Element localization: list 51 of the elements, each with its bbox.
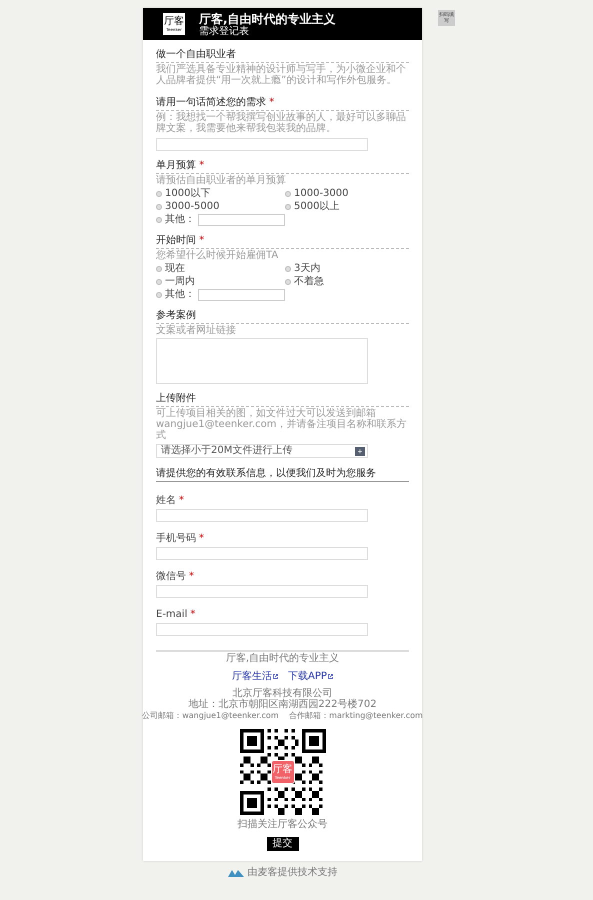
company-name: 北京厅客科技有限公司 <box>232 688 332 699</box>
field-label: 姓名 * <box>156 495 185 507</box>
submit-button[interactable]: 提交 <box>266 837 298 851</box>
question-label: 参考案例 <box>156 310 409 324</box>
mountain-logo-icon <box>228 868 244 876</box>
radio-option[interactable]: 一周内 <box>156 276 285 288</box>
section-title: 做一个自由职业者 <box>156 49 409 63</box>
question-label: 上传附件 <box>156 393 409 407</box>
text-input-field[interactable] <box>156 509 368 522</box>
text-input-field[interactable] <box>156 585 368 598</box>
radio-option[interactable]: 3000-5000 <box>156 201 285 213</box>
answer-field[interactable] <box>156 138 368 151</box>
qr-caption: 扫描关注厅客公众号 <box>238 819 328 830</box>
text-input-field[interactable] <box>156 623 368 636</box>
other-input-field[interactable] <box>198 214 285 226</box>
question-hint: 请预估自由职业者的单月预算 <box>156 174 287 188</box>
contact-emails: 公司邮箱：wangjue1@teenker.com 合作邮箱：markting@teenker.com <box>142 710 423 721</box>
add-file-button[interactable]: + <box>355 446 365 456</box>
radio-option[interactable]: 现在 <box>156 263 285 275</box>
external-link-icon <box>273 674 278 678</box>
field-label: E-mail * <box>156 609 196 621</box>
question-hint: 可上传项目相关的图，如文件过大可以发送到邮箱wangjue1@teenker.com，并请备注项目名称和联系方式 <box>156 407 408 443</box>
form-subtitle: 需求登记表 <box>199 26 250 36</box>
question-hint: 例：我想找一个帮我撰写创业故事的人，最好可以多聊品牌文案，我需要他来帮我包装我的品牌。 <box>156 111 407 136</box>
form-title: 厅客,自由时代的专业主义 <box>199 12 336 26</box>
radio-option[interactable]: 不着急 <box>285 276 409 288</box>
section-description: 我们严选具备专业精神的设计师与写手，为小微企业和个人品牌者提供“用一次就上瘾”的设计和写作外包服务。 <box>156 63 407 88</box>
footer-link[interactable]: 下载APP <box>288 669 333 683</box>
question-hint: 您希望什么时候开始雇佣TA <box>156 249 280 263</box>
other-input-field[interactable] <box>198 289 285 301</box>
footer-slogan: 厅客,自由时代的专业主义 <box>226 653 340 664</box>
answer-textarea[interactable] <box>156 338 368 384</box>
radio-option[interactable]: 其他： <box>156 214 285 226</box>
radio-option[interactable]: 3天内 <box>285 263 409 275</box>
file-upload-field[interactable]: 请选择小于20M文件进行上传 + <box>156 444 368 458</box>
radio-option[interactable]: 其他： <box>156 289 285 301</box>
radio-option[interactable]: 5000以上 <box>285 201 409 213</box>
question-hint: 文案或者网址链接 <box>156 324 237 338</box>
field-label: 手机号码 * <box>156 533 205 545</box>
external-link-icon <box>328 674 333 678</box>
text-input-field[interactable] <box>156 547 368 560</box>
question-label: 请用一句话简述您的需求 * <box>156 97 409 111</box>
question-label: 开始时间 * <box>156 235 409 249</box>
contact-heading: 请提供您的有效联系信息，以便我们及时为您服务 <box>156 458 409 482</box>
powered-by-text: 由麦客提供技术支持 <box>248 867 338 878</box>
company-address: 地址：北京市朝阳区南湖西园222号楼702 <box>188 699 377 710</box>
radio-option[interactable]: 1000以下 <box>156 188 285 200</box>
field-label: 微信号 * <box>156 571 195 583</box>
footer-link[interactable]: 厅客生活 <box>232 669 278 683</box>
question-label: 单月预算 * <box>156 160 409 174</box>
radio-option[interactable]: 1000-3000 <box>285 188 409 200</box>
